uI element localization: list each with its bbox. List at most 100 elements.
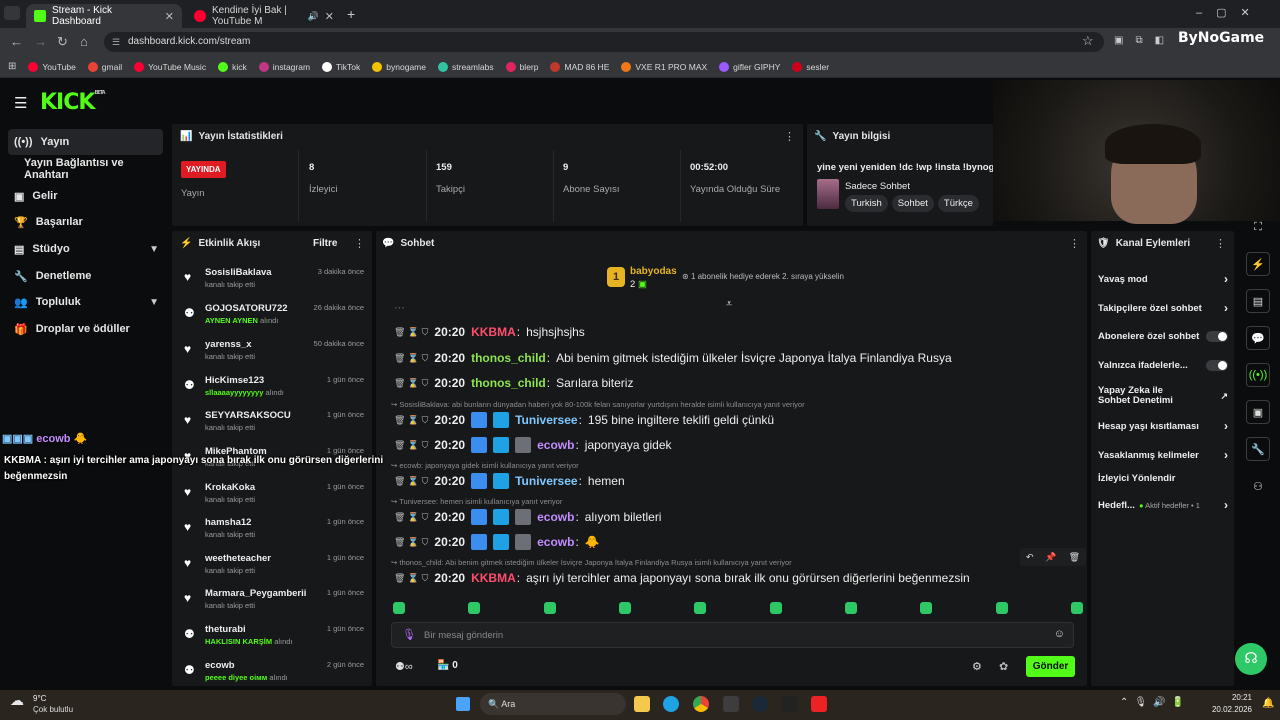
feed-item[interactable]: ♥ SEYYARSAKSOCU 1 gün önce kanalı takip ett…: [184, 410, 364, 444]
feed-item[interactable]: ♥ weetheteacher 1 gün önce kanalı takip ett…: [184, 553, 364, 587]
chat-message[interactable]: 🗑 ⌛ ⛉ 20:20 Tuniversee:195 bine ingiltere …: [394, 412, 774, 428]
tab-search-button[interactable]: [4, 6, 20, 20]
bookmark-star-icon[interactable]: ☆: [1082, 33, 1094, 49]
bookmark-item[interactable]: sesler: [792, 61, 829, 72]
sidebar-item-stream-key[interactable]: Yayın Bağlantısı ve Anahtarı: [8, 156, 163, 182]
reply-icon[interactable]: ↶: [1026, 552, 1034, 563]
sidebar-item-droplar[interactable]: 🎁 Droplar ve ödüller: [8, 316, 163, 342]
url-field[interactable]: ☰ dashboard.kick.com/stream: [104, 32, 1104, 52]
toggle-switch[interactable]: [1206, 331, 1228, 342]
back-icon[interactable]: ←: [10, 34, 23, 49]
expand-icon[interactable]: ⛶: [1246, 215, 1270, 239]
file-explorer-icon[interactable]: [634, 696, 650, 712]
emote-icon[interactable]: [694, 602, 707, 614]
actions-more-icon[interactable]: ⋮: [1215, 237, 1226, 250]
chrome-icon[interactable]: [693, 696, 709, 712]
sidebar-item-studyo[interactable]: ▤ Stüdyo ▼: [8, 236, 163, 262]
chat-input[interactable]: 🎙 Bir mesaj gönderin ☺: [391, 622, 1074, 648]
feed-item[interactable]: ⚉ GOJOSATORU722 26 dakika önce AYNEN AYNEN …: [184, 303, 364, 337]
feed-item[interactable]: ♥ yarenss_x 50 dakika önce kanalı takip ett…: [184, 339, 364, 373]
mic-icon[interactable]: 🎙: [402, 628, 416, 641]
chat-message[interactable]: 🗑 ⌛ ⛉ 20:20 KKBMA: hsjhsjhsjhs: [394, 325, 585, 339]
feed-item[interactable]: ♥ hamsha12 1 gün önce kanalı takip etti: [184, 517, 364, 551]
delete-icon[interactable]: 🗑: [1069, 552, 1080, 563]
stats-more-icon[interactable]: ⋮: [784, 130, 795, 143]
sidebar-item-basarilar[interactable]: 🏆 Başarılar: [8, 209, 163, 235]
channel-action[interactable]: Abonelere özel sohbet: [1098, 331, 1228, 342]
new-tab-icon[interactable]: +: [347, 6, 355, 22]
notification-icon[interactable]: 🔔: [1262, 698, 1274, 709]
activity-more-icon[interactable]: ⋮: [354, 237, 365, 250]
feed-item[interactable]: ⚉ theturabi 1 gün önce HAKLISIN KARŞİM alın…: [184, 624, 364, 658]
tray-icons[interactable]: ⌃🎙🔊🔋: [1120, 697, 1190, 708]
window-controls[interactable]: –▢✕: [1196, 6, 1264, 19]
forward-icon[interactable]: →: [34, 34, 47, 49]
pin-icon[interactable]: 📌: [1045, 552, 1056, 563]
bookmark-item[interactable]: YouTube: [28, 61, 76, 72]
bookmark-item[interactable]: gifler GIPHY: [719, 61, 780, 72]
extensions-icon[interactable]: ▣⧉◧: [1114, 35, 1176, 46]
lightning-icon[interactable]: ⚡: [1246, 252, 1270, 276]
emote-icon[interactable]: [543, 602, 556, 614]
broadcast-icon[interactable]: ((•)): [1246, 363, 1270, 387]
emote-icon[interactable]: [844, 602, 857, 614]
document-icon[interactable]: ▤: [1246, 289, 1270, 313]
channel-action[interactable]: Hesap yaşı kısıtlaması ›: [1098, 419, 1228, 433]
close-icon[interactable]: ✕: [165, 10, 174, 23]
feed-item[interactable]: ♥ Marmara_Peygamberii 1 gün önce kanalı tak…: [184, 588, 364, 622]
filter-button[interactable]: Filtre: [313, 238, 337, 249]
bookmark-item[interactable]: YouTube Music: [134, 61, 206, 72]
feed-item[interactable]: ⚉ ecowb 2 gün önce рееее dіуее оімм alındı: [184, 660, 364, 694]
sidebar-item-gelir[interactable]: ▣ Gelir: [8, 183, 163, 209]
bookmark-item[interactable]: instagram: [258, 61, 310, 72]
emoji-icon[interactable]: ☺: [1054, 628, 1065, 640]
emote-icon[interactable]: [769, 602, 782, 614]
epic-games-icon[interactable]: [782, 696, 798, 712]
channel-action[interactable]: Hedefl... ● Aktif hedefler • 1 ›: [1098, 498, 1228, 512]
channel-action[interactable]: Yalnızca ifadelerle...: [1098, 360, 1228, 371]
settings-icon[interactable]: ⚙: [972, 660, 982, 673]
feed-item[interactable]: ♥ SosisliBaklava 3 dakika önce kanalı takip…: [184, 267, 364, 301]
close-icon[interactable]: ✕: [325, 10, 334, 23]
emote-icon[interactable]: [995, 602, 1008, 614]
emote-icon[interactable]: [1070, 602, 1083, 614]
send-button[interactable]: Gönder: [1026, 656, 1075, 677]
sidebar-item-topluluk[interactable]: 👥 Topluluk ▼: [8, 289, 163, 315]
channel-action[interactable]: Yavaş mod ›: [1098, 272, 1228, 286]
people-icon[interactable]: ⚇: [1246, 474, 1270, 498]
taskbar-search[interactable]: 🔍 Ara: [480, 693, 626, 715]
menu-icon[interactable]: ☰: [14, 94, 27, 112]
emote-icon[interactable]: [618, 602, 631, 614]
tab-youtube-music[interactable]: Kendine İyi Bak | YouTube M 🔊 ✕: [186, 4, 342, 28]
bookmark-item[interactable]: bynogame: [372, 61, 426, 72]
chat-icon[interactable]: 💬: [1246, 326, 1270, 350]
layout-icon[interactable]: ▣: [1246, 400, 1270, 424]
tab-kick-dashboard[interactable]: Stream - Kick Dashboard ✕: [26, 4, 182, 28]
bookmark-item[interactable]: MAD 86 HE: [550, 61, 609, 72]
feed-item[interactable]: ⚉ HicKimse123 1 gün önce sllaaaayyyyyyyy al…: [184, 375, 364, 409]
reload-icon[interactable]: ↻: [57, 34, 68, 50]
feed-item[interactable]: ♥ KrokaKoka 1 gün önce kanalı takip etti: [184, 482, 364, 516]
apps-grid-icon[interactable]: ⊞: [8, 61, 16, 72]
bookmark-item[interactable]: blerp: [505, 61, 538, 72]
chat-message[interactable]: 🗑 ⌛ ⛉ 20:20 ecowb: 🐥: [394, 534, 600, 550]
site-info-icon[interactable]: ☰: [112, 32, 120, 52]
chat-more-icon[interactable]: ⋮: [1069, 237, 1080, 250]
bookmark-item[interactable]: kick: [218, 61, 247, 72]
weather-icon[interactable]: ☁: [10, 692, 24, 709]
start-icon[interactable]: [456, 697, 470, 711]
emote-icon[interactable]: [468, 602, 481, 614]
home-icon[interactable]: ⌂: [80, 34, 88, 49]
chat-message[interactable]: 🗑 ⌛ ⛉ 20:20 KKBMA: aşırı iyi tercihler ama …: [394, 571, 970, 585]
bookmark-item[interactable]: gmail: [87, 61, 122, 72]
emote-icon[interactable]: [393, 602, 405, 614]
bookmark-item[interactable]: VXE R1 PRO MAX: [621, 61, 707, 72]
channel-action[interactable]: Takipçilere özel sohbet ›: [1098, 301, 1228, 315]
sidebar-item-yayin[interactable]: ((•)) Yayın: [8, 129, 163, 155]
chat-message[interactable]: 🗑 ⌛ ⛉ 20:20 ecowb: japonyaya gidek: [394, 437, 672, 453]
channel-action[interactable]: Yasaklanmış kelimeler ›: [1098, 448, 1228, 462]
sidebar-item-denetleme[interactable]: 🔧 Denetleme: [8, 263, 163, 289]
game-app-icon[interactable]: [811, 696, 827, 712]
chat-message[interactable]: 🗑 ⌛ ⛉ 20:20 thonos_child: Abi benim gitmek …: [394, 351, 952, 365]
bookmark-item[interactable]: streamlabs: [438, 61, 494, 72]
